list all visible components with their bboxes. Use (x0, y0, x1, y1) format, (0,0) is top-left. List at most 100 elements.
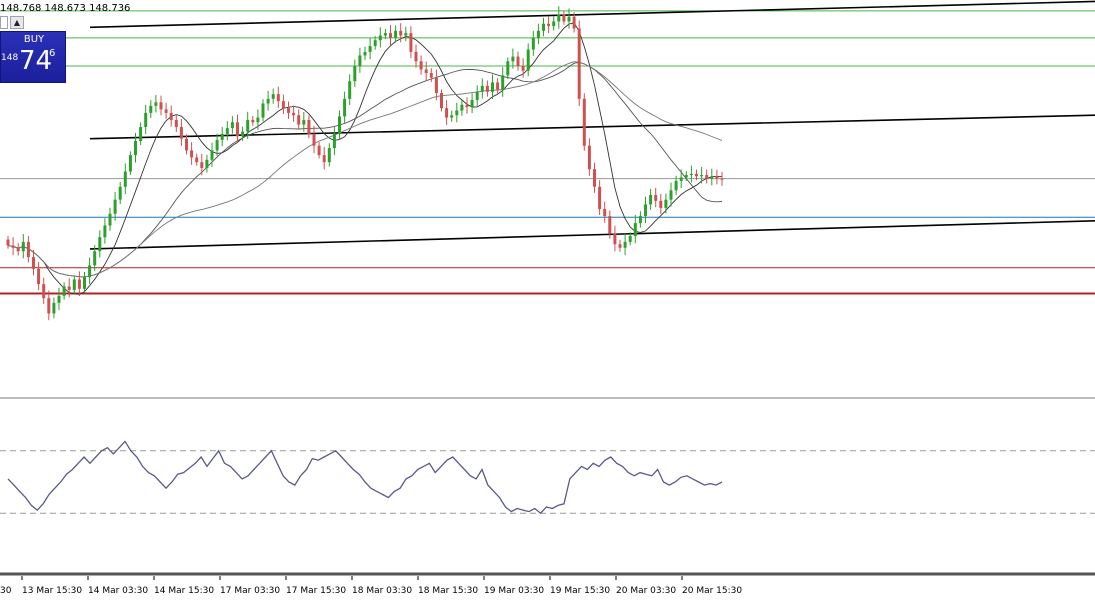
candle (659, 193, 663, 215)
candle (491, 74, 494, 99)
candle (42, 277, 46, 304)
candle-body (608, 216, 612, 234)
candle-body (88, 265, 92, 278)
time-tick-label: 17 Mar 03:30 (220, 586, 280, 596)
candle-body (103, 225, 107, 238)
buy-label: BUY (23, 34, 45, 45)
horizontal-levels (0, 10, 1095, 576)
candle (638, 211, 642, 228)
candle (144, 104, 148, 135)
candle-body (353, 65, 357, 82)
candle (567, 8, 571, 29)
candle (332, 126, 336, 156)
candle-body (118, 186, 122, 200)
candle-body (434, 77, 438, 93)
candle (6, 236, 10, 249)
candle-body (419, 61, 423, 70)
candle (32, 249, 35, 276)
candle (287, 101, 290, 119)
candle (623, 233, 627, 256)
candle (562, 10, 566, 25)
candle (317, 142, 321, 159)
candle-body (536, 30, 540, 38)
candle (179, 118, 183, 146)
time-tick-label: 18 Mar 15:30 (418, 586, 478, 596)
one-click-trade-panel[interactable]: ▲ BUY 148 74 6 (0, 16, 66, 83)
time-tick-label: 20 Mar 15:30 (682, 586, 742, 596)
candle-body (312, 134, 316, 146)
candle (281, 94, 285, 115)
candle-body (52, 302, 56, 314)
candle-body (358, 55, 362, 66)
candle-body (185, 138, 188, 151)
candle (327, 143, 331, 167)
candle-body (348, 81, 352, 99)
buy-button[interactable]: BUY 148 74 6 (0, 31, 66, 83)
rsi-line (7, 440, 723, 515)
candle (445, 100, 449, 125)
lot-up-arrow-icon[interactable]: ▲ (10, 16, 24, 29)
candle-body (159, 102, 163, 110)
time-tick-label: 14 Mar 03:30 (88, 586, 148, 596)
candle-body (496, 82, 500, 90)
candle-body (715, 176, 719, 179)
candle-body (200, 162, 204, 169)
candle (195, 153, 199, 166)
candle-body (42, 284, 46, 299)
candle-body (700, 175, 704, 177)
time-tick-label: 20 Mar 03:30 (616, 586, 676, 596)
candle-body (638, 216, 642, 224)
candle (368, 37, 372, 60)
candle-body (292, 112, 296, 116)
candle-body (414, 51, 418, 62)
candle-body (394, 30, 398, 38)
candle-body (297, 115, 301, 125)
candle-body (287, 108, 290, 113)
candle-body (98, 237, 102, 252)
candle-body (644, 204, 647, 217)
time-tick-label: 19 Mar 15:30 (550, 586, 610, 596)
candle (633, 214, 637, 244)
candle (26, 236, 30, 263)
candle-body (128, 155, 132, 172)
candle-body (547, 23, 551, 27)
candle (123, 163, 127, 195)
candle (378, 27, 382, 48)
candle (475, 85, 479, 106)
candle (21, 234, 25, 259)
candle-body (72, 279, 76, 290)
lot-size-input[interactable] (0, 16, 8, 29)
channel-line-1 (89, 114, 1095, 140)
candle (434, 69, 438, 101)
candle-body (215, 139, 219, 151)
candle-body (623, 241, 627, 248)
candle (16, 243, 20, 256)
candle (593, 162, 596, 193)
candle-body (689, 173, 693, 176)
candle-body (383, 33, 387, 36)
buy-price-prefix: 148 (1, 53, 19, 63)
price-chart[interactable]: 30 13 Mar 15:30 14 Mar 03:30 14 Mar 15:30 17… (0, 0, 1095, 600)
candle (128, 151, 132, 175)
candle-body (526, 49, 530, 71)
time-tick-label: 17 Mar 15:30 (286, 586, 346, 596)
candle-body (67, 286, 71, 290)
candle-body (572, 16, 576, 29)
time-tick-label: 30 (0, 586, 12, 596)
candle (470, 93, 474, 114)
candle (139, 122, 143, 146)
candle (72, 275, 76, 294)
candle-body (241, 131, 245, 137)
candle-body (389, 33, 392, 38)
candle-body (531, 37, 535, 50)
candle (88, 257, 92, 284)
candle (169, 105, 173, 127)
candle (118, 181, 122, 205)
time-axis: 30 13 Mar 15:30 14 Mar 03:30 14 Mar 15:30 17… (0, 576, 742, 596)
candle-body (195, 157, 199, 163)
candle (57, 287, 61, 311)
candle-body (465, 104, 469, 108)
candle (715, 169, 719, 185)
candle-body (669, 190, 673, 200)
candle-body (710, 176, 714, 179)
